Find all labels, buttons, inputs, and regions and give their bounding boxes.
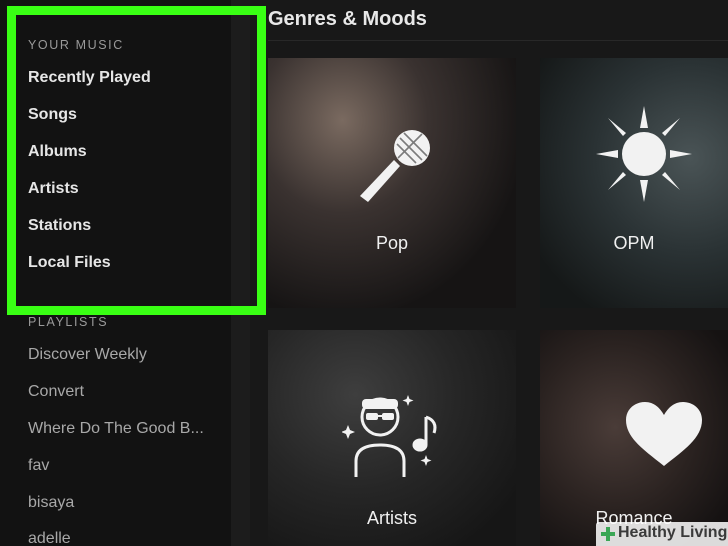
sun-icon [596, 106, 692, 202]
dj-icon [342, 395, 437, 477]
highlight-box [7, 6, 266, 315]
playlists-section-label: PLAYLISTS [28, 315, 109, 329]
playlist-item[interactable]: Convert [28, 383, 84, 401]
title-divider [268, 40, 728, 41]
tile-label-pop: Pop [375, 233, 409, 253]
watermark: Healthy Living [596, 522, 728, 546]
playlist-item[interactable]: Discover Weekly [28, 346, 147, 364]
plus-icon [601, 527, 615, 541]
page-title: Genres & Moods [268, 8, 427, 30]
heart-icon [626, 402, 702, 466]
playlist-item[interactable]: Where Do The Good B... [28, 420, 204, 438]
microphone-icon [360, 130, 430, 202]
playlist-item[interactable]: bisaya [28, 494, 74, 512]
genre-tile-artists[interactable]: Artists [268, 330, 516, 546]
playlist-item[interactable]: fav [28, 457, 49, 475]
genre-tile-pop[interactable]: Pop [268, 58, 516, 308]
genre-tile-romance[interactable]: Romance [540, 330, 728, 546]
genre-tile-opm[interactable]: OPM [540, 58, 728, 308]
playlist-item[interactable]: adelle [28, 530, 71, 546]
tile-label-artists: Artists [366, 508, 417, 528]
watermark-text: Healthy Living [618, 524, 728, 541]
tile-label-opm: OPM [613, 233, 655, 253]
